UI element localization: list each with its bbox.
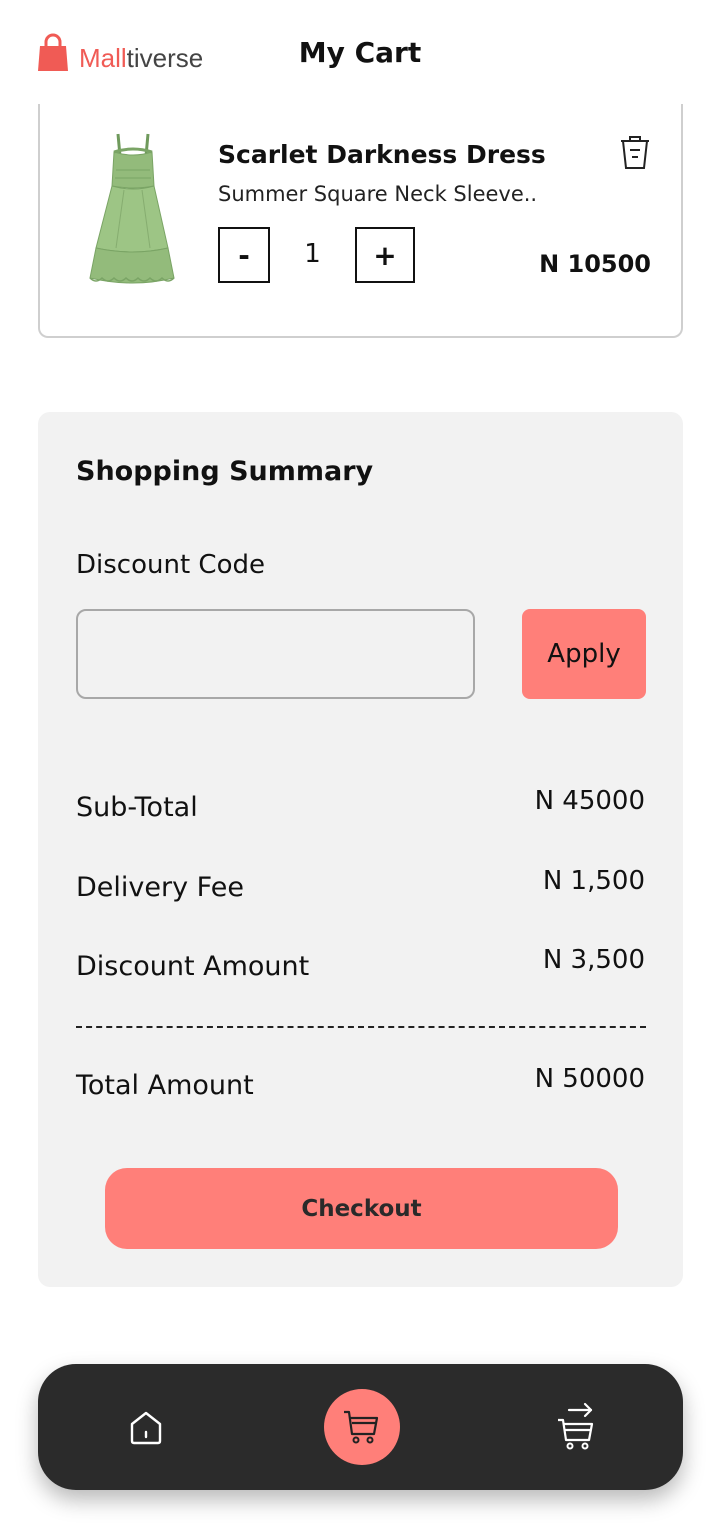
checkout-button[interactable]: Checkout (105, 1168, 618, 1249)
cart-icon (344, 1410, 379, 1444)
subtotal-value: N 45000 (534, 786, 645, 816)
nav-home[interactable] (110, 1364, 182, 1490)
orders-icon (558, 1402, 594, 1450)
nav-cart[interactable] (324, 1364, 400, 1490)
delivery-fee-value: N 1,500 (542, 866, 645, 896)
apply-button[interactable]: Apply (522, 609, 646, 699)
delivery-fee-label: Delivery Fee (76, 872, 244, 903)
shopping-summary: Shopping Summary Discount Code Apply Sub… (38, 412, 683, 1287)
discount-amount-value: N 3,500 (542, 945, 645, 975)
home-icon (130, 1411, 162, 1445)
discount-code-label: Discount Code (76, 550, 265, 580)
total-amount-label: Total Amount (76, 1070, 254, 1101)
discount-code-input[interactable] (76, 609, 475, 699)
quantity-decrease-button[interactable]: - (218, 227, 270, 283)
summary-title: Shopping Summary (76, 456, 374, 487)
bottom-navigation (38, 1364, 683, 1490)
summary-divider (76, 1026, 646, 1028)
product-description: Summer Square Neck Sleeve.. (218, 182, 538, 206)
nav-orders[interactable] (540, 1364, 612, 1490)
trash-icon[interactable] (618, 134, 652, 170)
page-title: My Cart (298, 36, 422, 69)
quantity-increase-button[interactable]: + (355, 227, 415, 283)
nav-cart-active-indicator (324, 1389, 400, 1465)
cart-item-card: Scarlet Darkness Dress Summer Square Nec… (38, 104, 683, 338)
total-amount-value: N 50000 (534, 1064, 645, 1094)
subtotal-label: Sub-Total (76, 792, 198, 823)
product-image (89, 133, 175, 284)
header: Malltiverse My Cart (0, 0, 720, 105)
quantity-value: 1 (304, 239, 321, 269)
product-title: Scarlet Darkness Dress (218, 140, 546, 169)
product-price: N 10500 (539, 250, 651, 278)
discount-amount-label: Discount Amount (76, 951, 310, 982)
